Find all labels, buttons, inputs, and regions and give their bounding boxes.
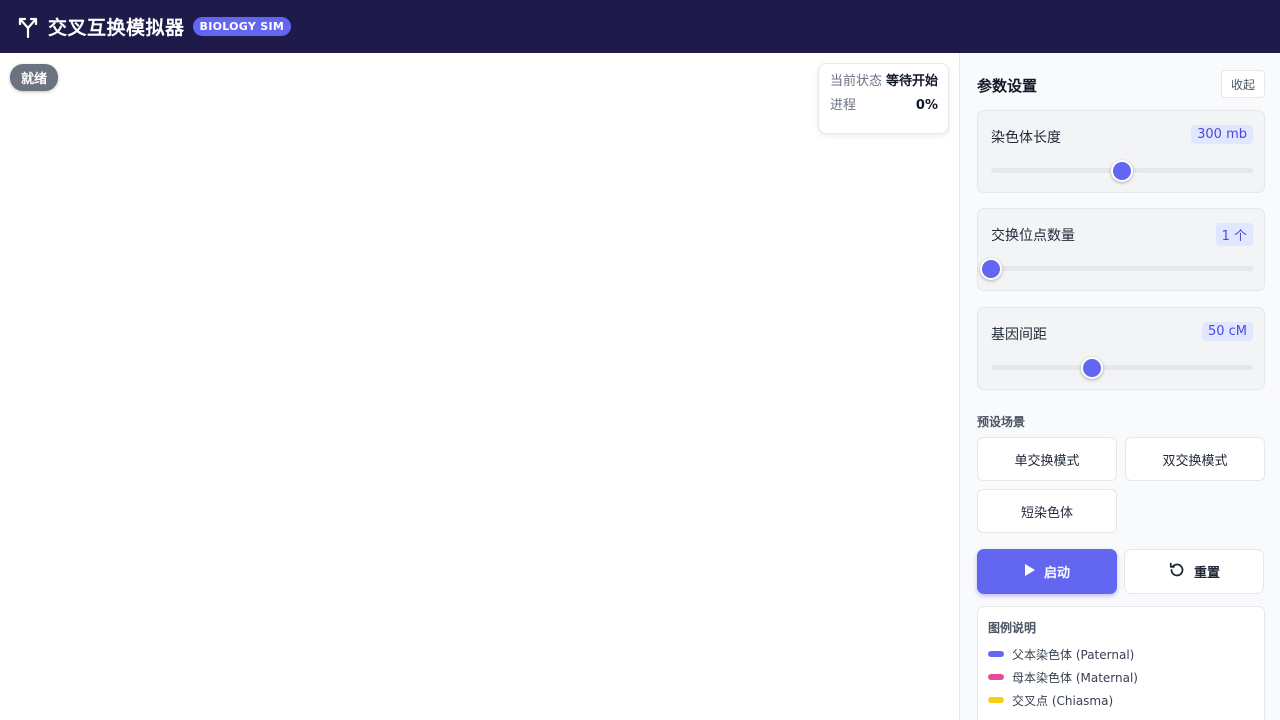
- state-pill: 就绪: [10, 64, 59, 91]
- status-state-row: 当前状态 等待开始: [830, 74, 938, 90]
- reset-button-label: 重置: [1193, 566, 1220, 581]
- legend-item-maternal: 母本染色体 (Maternal): [988, 669, 1254, 685]
- param-value-badge: 1 个: [1215, 223, 1253, 246]
- param-gene-distance: 基因间距 50 cM: [977, 307, 1265, 390]
- legend-swatch: [988, 651, 1004, 657]
- preset-short-chromosome-button[interactable]: 短染色体: [977, 489, 1117, 533]
- slider-thumb[interactable]: [1080, 357, 1103, 379]
- status-progress-value: 0%: [915, 98, 938, 113]
- param-chromosome-length: 染色体长度 300 mb: [977, 110, 1265, 193]
- param-label: 染色体长度: [991, 130, 1061, 146]
- presets-label: 预设场景: [977, 415, 1026, 429]
- legend-title: 图例说明: [988, 621, 1037, 635]
- param-value-badge: 50 cM: [1201, 322, 1253, 341]
- legend-item-label: 交叉点 (Chiasma): [1012, 693, 1114, 708]
- preset-double-crossover-button[interactable]: 双交换模式: [1125, 437, 1265, 481]
- status-progress-label: 进程: [830, 98, 857, 113]
- simulation-canvas[interactable]: 就绪 当前状态 等待开始 进程 0%: [0, 53, 959, 720]
- param-label: 基因间距: [991, 327, 1047, 343]
- slider-thumb[interactable]: [1111, 160, 1133, 182]
- legend-item-paternal: 父本染色体 (Paternal): [988, 646, 1254, 662]
- legend: 图例说明 父本染色体 (Paternal) 母本染色体 (Maternal) 交…: [977, 606, 1265, 720]
- param-value-badge: 300 mb: [1191, 125, 1253, 144]
- start-button-label: 启动: [1043, 566, 1070, 581]
- legend-swatch: [988, 674, 1004, 680]
- slider-track[interactable]: [980, 258, 1253, 280]
- biology-sim-badge: BIOLOGY SIM: [192, 17, 292, 36]
- reset-button[interactable]: 重置: [1124, 549, 1264, 594]
- param-label: 交换位点数量: [991, 228, 1075, 244]
- preset-single-crossover-button[interactable]: 单交换模式: [977, 437, 1117, 481]
- legend-item-label: 母本染色体 (Maternal): [1012, 670, 1138, 685]
- status-progress-row: 进程 0%: [830, 98, 938, 114]
- param-crossover-count: 交换位点数量 1 个: [977, 208, 1265, 291]
- legend-item-chiasma: 交叉点 (Chiasma): [988, 692, 1254, 708]
- play-icon: [1024, 563, 1036, 581]
- start-button[interactable]: 启动: [977, 549, 1117, 594]
- status-state-value: 等待开始: [885, 74, 938, 89]
- top-bar: 交叉互换模拟器 BIOLOGY SIM: [0, 0, 1280, 53]
- legend-item-label: 父本染色体 (Paternal): [1012, 647, 1135, 662]
- status-card: 当前状态 等待开始 进程 0%: [818, 63, 949, 134]
- settings-panel: 参数设置 收起 染色体长度 300 mb 交换位点数量 1 个 基因间距 50 …: [959, 53, 1280, 720]
- crossover-split-icon: [16, 15, 40, 39]
- app-title: 交叉互换模拟器: [48, 17, 185, 39]
- status-state-label: 当前状态: [830, 74, 883, 89]
- slider-thumb[interactable]: [980, 258, 1002, 280]
- slider-track[interactable]: [991, 357, 1253, 379]
- panel-title: 参数设置: [977, 77, 1038, 95]
- reset-icon: [1168, 561, 1186, 583]
- collapse-button[interactable]: 收起: [1221, 70, 1265, 98]
- legend-swatch: [988, 697, 1004, 703]
- slider-track[interactable]: [991, 160, 1253, 182]
